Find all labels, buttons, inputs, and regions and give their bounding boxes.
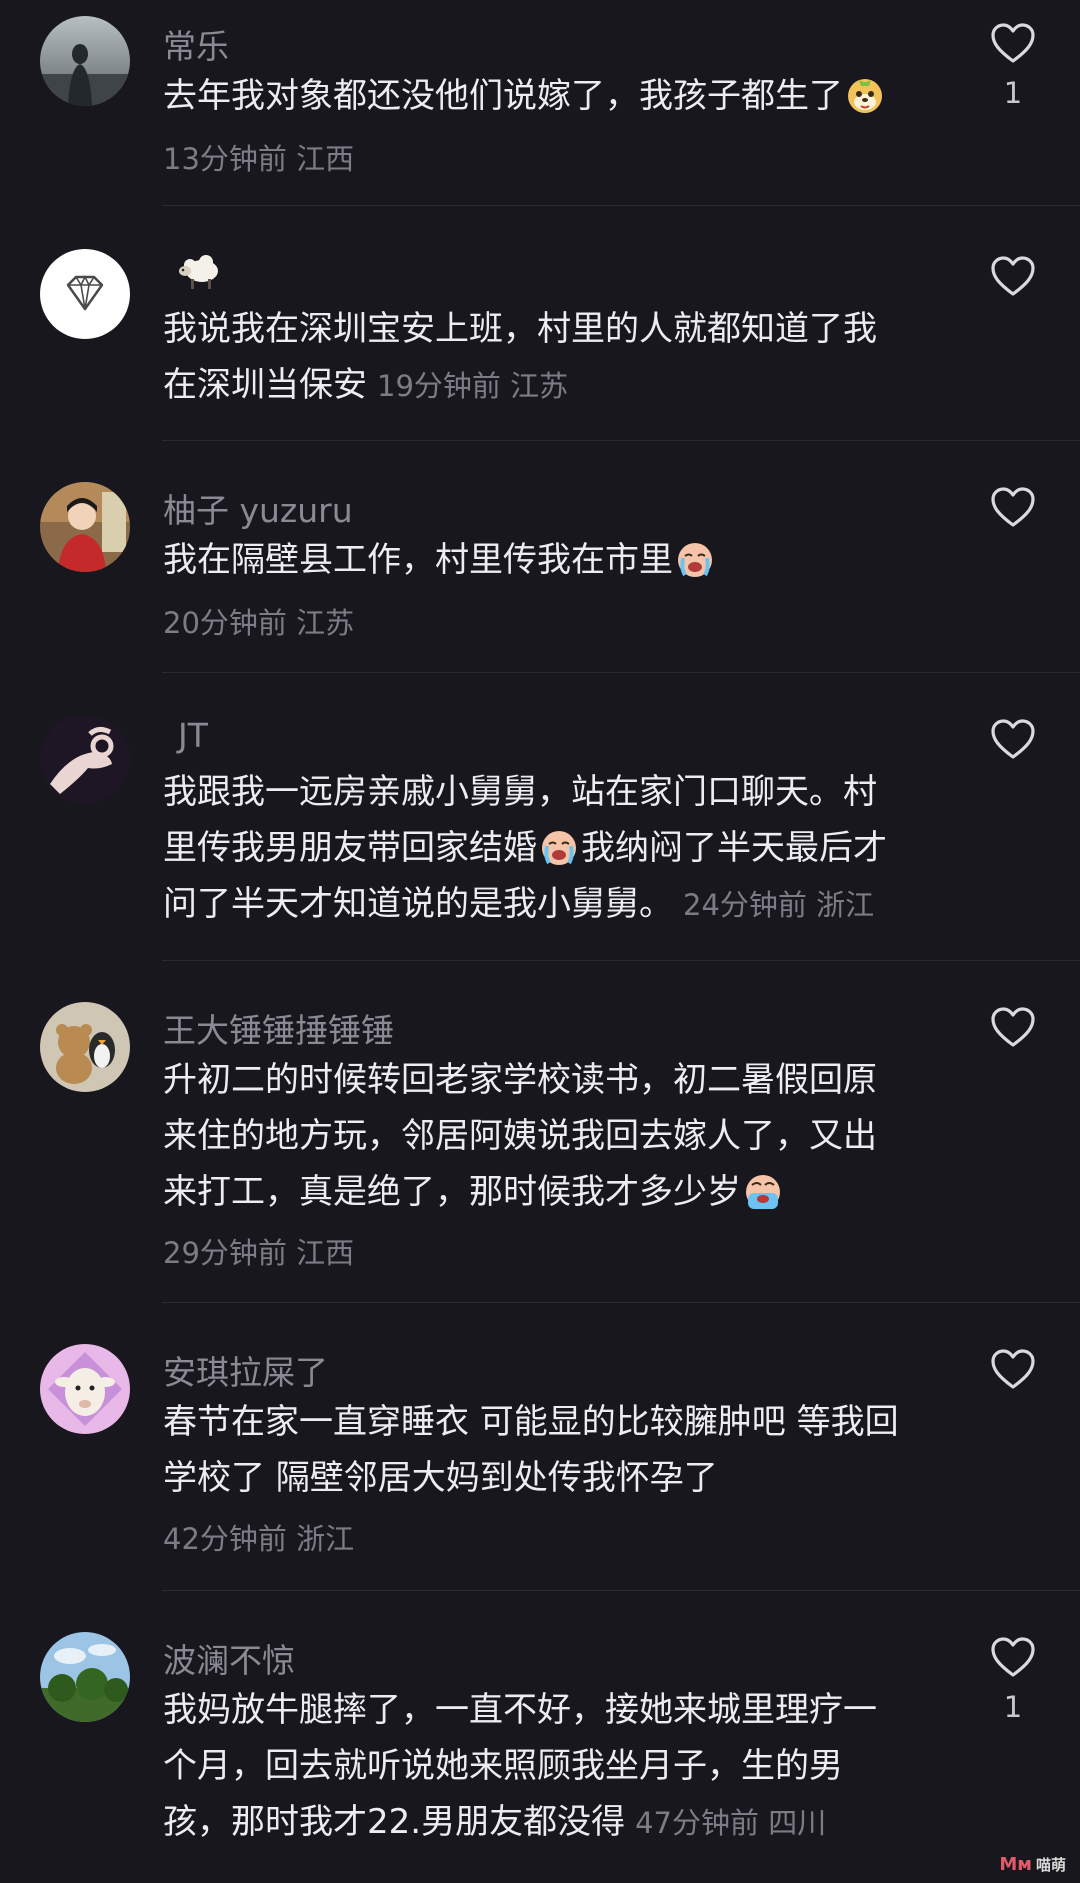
heart-outline-icon[interactable] (990, 486, 1036, 528)
crying-emoji-icon (539, 827, 579, 867)
heart-outline-icon[interactable] (990, 718, 1036, 760)
silhouette-avatar-icon (40, 16, 130, 106)
sobbing-emoji-icon (743, 1171, 783, 1211)
avatar[interactable] (40, 249, 130, 339)
comment-time: 19分钟前 (377, 369, 501, 403)
comment-time: 29分钟前 (163, 1236, 287, 1270)
avatar[interactable] (40, 1344, 130, 1434)
comment-item: 安琪拉屎了 春节在家一直穿睡衣 可能显的比较臃肿吧 等我回 学校了 隔壁邻居大妈… (0, 1302, 1080, 1591)
sheep-icon (179, 255, 218, 289)
avatar[interactable] (40, 1002, 130, 1092)
comment-item: 波澜不惊 我妈放牛腿摔了，一直不好，接她来城里理疗一 个月，回去就听说她来照顾我… (0, 1590, 1080, 1883)
heart-outline-icon[interactable] (990, 1636, 1036, 1678)
watermark: Mᴍ 喵萌 (999, 1854, 1066, 1875)
comment-location: 江苏 (510, 369, 569, 403)
comment-location: 江西 (296, 1236, 355, 1270)
comment-item: 王大锤锤捶锤锤 升初二的时候转回老家学校读书，初二暑假回原 来住的地方玩，邻居阿… (0, 960, 1080, 1303)
comment-text: 去年我对象都还没他们说嫁了，我孩子都生了 (163, 68, 953, 124)
like-count: 1 (1003, 76, 1023, 110)
landscape-avatar-icon (40, 1632, 130, 1722)
comment-item: 常乐 去年我对象都还没他们说嫁了，我孩子都生了 13分钟前 江西 1 (0, 0, 1080, 206)
comment-time: 42分钟前 (163, 1522, 287, 1556)
comment-text: 我跟我一远房亲戚小舅舅，站在家门口聊天。村 里传我男朋友带回家结婚 我纳闷了半天最… (163, 772, 887, 924)
comment-location: 江苏 (296, 606, 355, 640)
comment-item: 柚子 yuzuru 我在隔壁县工作，村里传我在市里 20分钟前 江苏 (0, 440, 1080, 673)
username[interactable]: 安琪拉屎了 (163, 1346, 328, 1394)
hand-avatar-icon (40, 714, 130, 804)
comment-meta: 24分钟前 浙江 (683, 888, 874, 922)
watermark-logo: Mᴍ (999, 1854, 1032, 1875)
comment-meta: 13分钟前 江西 (163, 136, 354, 178)
comment-item: 我说我在深圳宝安上班，村里的人就都知道了我 在深圳当保安 19分钟前 江苏 (0, 205, 1080, 441)
comment-time: 20分钟前 (163, 606, 287, 640)
comment-time: 24分钟前 (683, 888, 807, 922)
crying-emoji-icon (675, 539, 715, 579)
avatar[interactable] (40, 714, 130, 804)
plush-avatar-icon (40, 1002, 130, 1092)
avatar[interactable] (40, 16, 130, 106)
username[interactable]: 柚子 yuzuru (163, 484, 353, 532)
comment-meta: 19分钟前 江苏 (377, 369, 568, 403)
comment-location: 江西 (296, 142, 355, 176)
like-count: 1 (1003, 1690, 1023, 1724)
heart-outline-icon[interactable] (990, 255, 1036, 297)
comment-time: 47分钟前 (635, 1806, 759, 1840)
comment-location: 四川 (768, 1806, 827, 1840)
comment-text: 升初二的时候转回老家学校读书，初二暑假回原 来住的地方玩，邻居阿姨说我回去嫁人了… (163, 1060, 877, 1212)
comment-location: 浙江 (816, 888, 875, 922)
person-avatar-icon (40, 482, 130, 572)
comment-item: JT 我跟我一远房亲戚小舅舅，站在家门口聊天。村 里传我男朋友带回家结婚 我纳闷了… (0, 672, 1080, 961)
avatar[interactable] (40, 482, 130, 572)
heart-outline-icon[interactable] (990, 1348, 1036, 1390)
comment-text: 我妈放牛腿摔了，一直不好，接她来城里理疗一 个月，回去就听说她来照顾我坐月子，生… (163, 1690, 877, 1842)
username[interactable]: 波澜不惊 (163, 1634, 295, 1682)
comment-text: 我说我在深圳宝安上班，村里的人就都知道了我 在深圳当保安 19分钟前 江苏 (163, 309, 877, 405)
avatar[interactable] (40, 1632, 130, 1722)
shiba-emoji-icon (845, 75, 885, 115)
username[interactable]: 王大锤锤捶锤锤 (163, 1004, 394, 1052)
comment-meta: 20分钟前 江苏 (163, 600, 354, 642)
comment-location: 浙江 (296, 1522, 355, 1556)
username[interactable]: 常乐 (163, 20, 229, 68)
watermark-text: 喵萌 (1035, 1856, 1066, 1874)
comment-time: 13分钟前 (163, 142, 287, 176)
comment-text: 春节在家一直穿睡衣 可能显的比较臃肿吧 等我回 学校了 隔壁邻居大妈到处传我怀孕… (163, 1402, 899, 1498)
lamb-avatar-icon (40, 1344, 130, 1434)
username[interactable]: JT (178, 716, 208, 755)
comment-meta: 42分钟前 浙江 (163, 1516, 354, 1558)
heart-outline-icon[interactable] (990, 22, 1036, 64)
heart-outline-icon[interactable] (990, 1006, 1036, 1048)
comment-text: 我在隔壁县工作，村里传我在市里 (163, 532, 953, 588)
comment-meta: 29分钟前 江西 (163, 1230, 354, 1272)
diamond-avatar-icon (40, 249, 130, 339)
comment-meta: 47分钟前 四川 (635, 1806, 826, 1840)
